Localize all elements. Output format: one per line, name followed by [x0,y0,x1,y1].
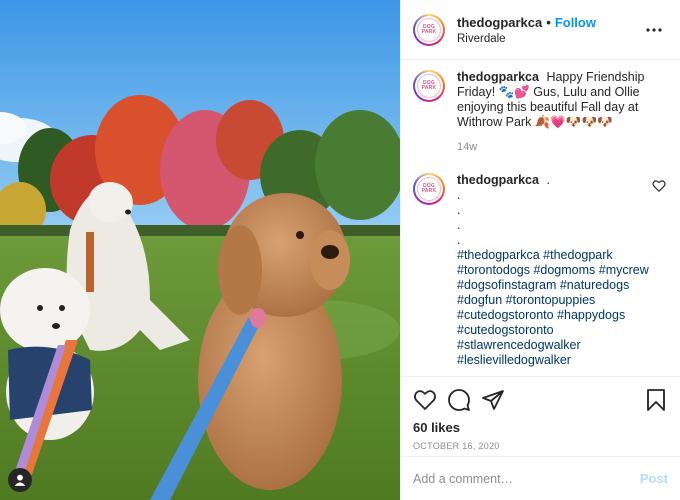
avatar[interactable]: DOG PARK [413,13,445,46]
user-tag-button[interactable] [8,468,32,492]
more-options-button[interactable] [642,18,666,42]
hashtag-link[interactable]: #dogsofinstagram #naturedogs [457,278,629,292]
post-side-panel: DOG PARK thedogparkca • Follow Riverdale [400,0,680,500]
hashtag-link[interactable]: #stlawrencedogwalker [457,338,581,352]
save-button[interactable] [644,388,668,412]
follow-button[interactable]: Follow [555,15,596,30]
post-date[interactable]: OCTOBER 16, 2020 [413,441,668,451]
location-link[interactable]: Riverdale [457,33,642,45]
hashtag-link[interactable]: #cutedogstoronto #happydogs [457,308,625,322]
hashtag-link[interactable]: #cutedogstoronto [457,323,554,337]
comment-input[interactable] [413,471,640,486]
share-button[interactable] [481,388,505,412]
action-icons [413,385,668,415]
comment-text: . [546,173,550,187]
comment-button[interactable] [447,388,471,412]
comments-section: DOG PARK thedogparkca Happy Friendship F… [401,60,680,376]
hashtag-link[interactable]: #leslievilledogwalker [457,353,571,367]
comment-avatar[interactable]: DOG PARK [413,173,445,205]
comment: DOG PARK thedogparkca . . . . . #thedogp… [413,173,666,368]
heart-icon [414,390,436,410]
post-comment-button[interactable]: Post [640,471,668,486]
comment-dot-line: . [457,233,461,247]
user-tag-icon [14,474,26,486]
header-text: thedogparkca • Follow Riverdale [457,15,642,45]
avatar-logo: DOG PARK [417,17,441,42]
save-icon [647,389,665,411]
caption-username[interactable]: thedogparkca [457,70,539,84]
hashtag-link[interactable]: #dogfun #torontopuppies [457,293,595,307]
small-heart-icon[interactable] [652,179,666,193]
separator-dot: • [546,14,551,30]
caption: DOG PARK thedogparkca Happy Friendship F… [413,70,666,155]
comment-dot-line: . [457,188,461,202]
hashtag-link[interactable]: #torontodogs #dogmoms #mycrew [457,263,649,277]
like-button[interactable] [413,388,437,412]
add-comment-bar: Post [401,456,680,500]
avatar-logo-text: DOG PARK [421,23,437,35]
hashtag-link[interactable]: #thedogparkca #thedogpark [457,248,613,262]
likes-count[interactable]: 60 likes [413,420,668,435]
caption-avatar[interactable]: DOG PARK [413,70,445,102]
dogs-in-park-image [0,0,400,500]
post-photo[interactable] [0,0,400,500]
comment-dot-line: . [457,218,461,232]
comment-icon [448,389,470,411]
hashtag-list: #thedogparkca #thedogpark #torontodogs #… [457,248,652,368]
caption-timestamp[interactable]: 14w [457,140,666,155]
post-header: DOG PARK thedogparkca • Follow Riverdale [401,0,680,60]
actions-section: 60 likes OCTOBER 16, 2020 [401,376,680,451]
header-username[interactable]: thedogparkca [457,15,542,30]
more-icon [646,27,662,32]
comment-username[interactable]: thedogparkca [457,173,539,187]
share-icon [482,390,504,410]
comment-dot-line: . [457,203,461,217]
instagram-post: DOG PARK thedogparkca • Follow Riverdale [0,0,680,500]
